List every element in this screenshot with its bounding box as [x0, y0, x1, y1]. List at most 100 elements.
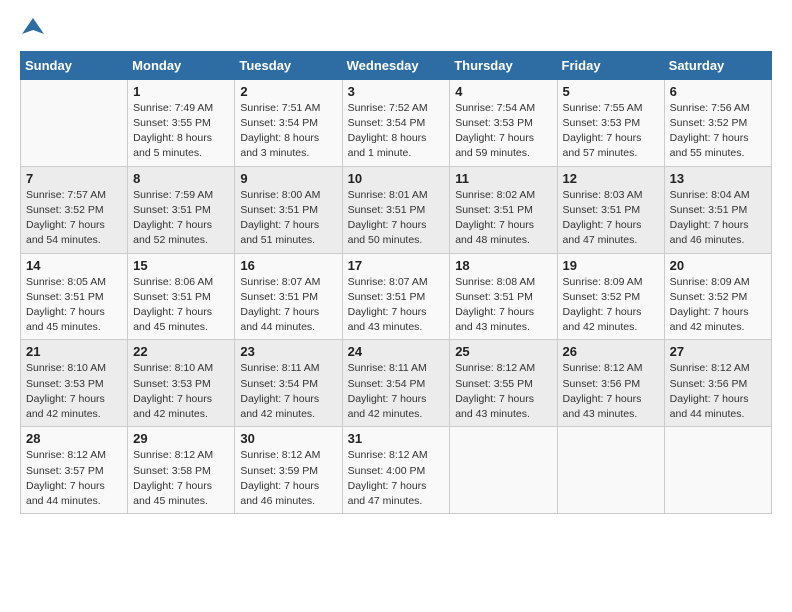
weekday-tuesday: Tuesday: [235, 51, 342, 79]
calendar-cell: 7 Sunrise: 7:57 AMSunset: 3:52 PMDaylight…: [21, 166, 128, 253]
calendar-cell: 9 Sunrise: 8:00 AMSunset: 3:51 PMDaylight…: [235, 166, 342, 253]
day-number: 1: [133, 84, 229, 99]
weekday-header-row: SundayMondayTuesdayWednesdayThursdayFrid…: [21, 51, 772, 79]
day-info: Sunrise: 8:08 AMSunset: 3:51 PMDaylight:…: [455, 275, 551, 336]
weekday-wednesday: Wednesday: [342, 51, 450, 79]
day-number: 17: [348, 258, 445, 273]
day-number: 23: [240, 344, 336, 359]
day-number: 11: [455, 171, 551, 186]
day-number: 5: [563, 84, 659, 99]
day-info: Sunrise: 8:12 AMSunset: 3:56 PMDaylight:…: [670, 361, 766, 422]
calendar-cell: [450, 427, 557, 514]
logo-triangle-icon: [22, 16, 44, 38]
weekday-thursday: Thursday: [450, 51, 557, 79]
day-info: Sunrise: 8:09 AMSunset: 3:52 PMDaylight:…: [563, 275, 659, 336]
calendar-header: SundayMondayTuesdayWednesdayThursdayFrid…: [21, 51, 772, 79]
day-number: 20: [670, 258, 766, 273]
calendar-cell: [557, 427, 664, 514]
day-info: Sunrise: 8:05 AMSunset: 3:51 PMDaylight:…: [26, 275, 122, 336]
calendar-cell: 22Sunrise: 8:10 AMSunset: 3:53 PMDayligh…: [128, 340, 235, 427]
day-number: 14: [26, 258, 122, 273]
day-number: 12: [563, 171, 659, 186]
day-number: 19: [563, 258, 659, 273]
calendar-cell: 12 Sunrise: 8:03 AMSunset: 3:51 PMDayligh…: [557, 166, 664, 253]
weekday-saturday: Saturday: [664, 51, 771, 79]
calendar-cell: 31 Sunrise: 8:12 AMSunset: 4:00 PMDayligh…: [342, 427, 450, 514]
day-info: Sunrise: 8:11 AMSunset: 3:54 PMDaylight:…: [240, 361, 336, 422]
day-number: 26: [563, 344, 659, 359]
calendar-body: 1Sunrise: 7:49 AMSunset: 3:55 PMDaylight…: [21, 79, 772, 513]
calendar-week-row: 14 Sunrise: 8:05 AMSunset: 3:51 PMDayligh…: [21, 253, 772, 340]
day-number: 4: [455, 84, 551, 99]
day-info: Sunrise: 8:11 AMSunset: 3:54 PMDaylight:…: [348, 361, 445, 422]
calendar-cell: 10Sunrise: 8:01 AMSunset: 3:51 PMDayligh…: [342, 166, 450, 253]
calendar-cell: 16 Sunrise: 8:07 AMSunset: 3:51 PMDayligh…: [235, 253, 342, 340]
day-number: 16: [240, 258, 336, 273]
calendar-cell: 6 Sunrise: 7:56 AMSunset: 3:52 PMDaylight…: [664, 79, 771, 166]
day-info: Sunrise: 7:51 AMSunset: 3:54 PMDaylight:…: [240, 101, 336, 162]
day-info: Sunrise: 7:56 AMSunset: 3:52 PMDaylight:…: [670, 101, 766, 162]
calendar-cell: [21, 79, 128, 166]
day-number: 24: [348, 344, 445, 359]
calendar-cell: 4 Sunrise: 7:54 AMSunset: 3:53 PMDaylight…: [450, 79, 557, 166]
calendar-cell: 25 Sunrise: 8:12 AMSunset: 3:55 PMDayligh…: [450, 340, 557, 427]
weekday-monday: Monday: [128, 51, 235, 79]
day-number: 31: [348, 431, 445, 446]
day-info: Sunrise: 8:03 AMSunset: 3:51 PMDaylight:…: [563, 188, 659, 249]
day-number: 15: [133, 258, 229, 273]
logo: [20, 16, 44, 43]
day-info: Sunrise: 7:59 AMSunset: 3:51 PMDaylight:…: [133, 188, 229, 249]
day-info: Sunrise: 8:02 AMSunset: 3:51 PMDaylight:…: [455, 188, 551, 249]
day-number: 13: [670, 171, 766, 186]
day-info: Sunrise: 7:54 AMSunset: 3:53 PMDaylight:…: [455, 101, 551, 162]
day-number: 22: [133, 344, 229, 359]
day-info: Sunrise: 8:07 AMSunset: 3:51 PMDaylight:…: [348, 275, 445, 336]
day-number: 18: [455, 258, 551, 273]
calendar-cell: 20Sunrise: 8:09 AMSunset: 3:52 PMDayligh…: [664, 253, 771, 340]
day-info: Sunrise: 7:52 AMSunset: 3:54 PMDaylight:…: [348, 101, 445, 162]
day-number: 8: [133, 171, 229, 186]
day-number: 6: [670, 84, 766, 99]
day-info: Sunrise: 8:07 AMSunset: 3:51 PMDaylight:…: [240, 275, 336, 336]
calendar-cell: 2 Sunrise: 7:51 AMSunset: 3:54 PMDaylight…: [235, 79, 342, 166]
day-info: Sunrise: 8:00 AMSunset: 3:51 PMDaylight:…: [240, 188, 336, 249]
day-number: 9: [240, 171, 336, 186]
day-number: 25: [455, 344, 551, 359]
calendar-cell: 11 Sunrise: 8:02 AMSunset: 3:51 PMDayligh…: [450, 166, 557, 253]
calendar-cell: 18 Sunrise: 8:08 AMSunset: 3:51 PMDayligh…: [450, 253, 557, 340]
day-info: Sunrise: 8:10 AMSunset: 3:53 PMDaylight:…: [26, 361, 122, 422]
calendar-cell: 26 Sunrise: 8:12 AMSunset: 3:56 PMDayligh…: [557, 340, 664, 427]
calendar-cell: 23 Sunrise: 8:11 AMSunset: 3:54 PMDayligh…: [235, 340, 342, 427]
day-info: Sunrise: 7:55 AMSunset: 3:53 PMDaylight:…: [563, 101, 659, 162]
calendar-cell: [664, 427, 771, 514]
day-info: Sunrise: 8:12 AMSunset: 4:00 PMDaylight:…: [348, 448, 445, 509]
calendar-cell: 14 Sunrise: 8:05 AMSunset: 3:51 PMDayligh…: [21, 253, 128, 340]
day-info: Sunrise: 8:12 AMSunset: 3:55 PMDaylight:…: [455, 361, 551, 422]
calendar-cell: 15Sunrise: 8:06 AMSunset: 3:51 PMDayligh…: [128, 253, 235, 340]
calendar-week-row: 7 Sunrise: 7:57 AMSunset: 3:52 PMDaylight…: [21, 166, 772, 253]
weekday-sunday: Sunday: [21, 51, 128, 79]
calendar-cell: 5 Sunrise: 7:55 AMSunset: 3:53 PMDaylight…: [557, 79, 664, 166]
day-number: 7: [26, 171, 122, 186]
calendar-cell: 28Sunrise: 8:12 AMSunset: 3:57 PMDayligh…: [21, 427, 128, 514]
weekday-friday: Friday: [557, 51, 664, 79]
day-number: 27: [670, 344, 766, 359]
header-top: [20, 16, 772, 43]
day-info: Sunrise: 8:04 AMSunset: 3:51 PMDaylight:…: [670, 188, 766, 249]
calendar-cell: 27 Sunrise: 8:12 AMSunset: 3:56 PMDayligh…: [664, 340, 771, 427]
day-number: 10: [348, 171, 445, 186]
calendar-cell: 8 Sunrise: 7:59 AMSunset: 3:51 PMDaylight…: [128, 166, 235, 253]
calendar-cell: 21Sunrise: 8:10 AMSunset: 3:53 PMDayligh…: [21, 340, 128, 427]
day-info: Sunrise: 8:12 AMSunset: 3:56 PMDaylight:…: [563, 361, 659, 422]
calendar-cell: 29 Sunrise: 8:12 AMSunset: 3:58 PMDayligh…: [128, 427, 235, 514]
day-number: 29: [133, 431, 229, 446]
day-info: Sunrise: 8:12 AMSunset: 3:59 PMDaylight:…: [240, 448, 336, 509]
calendar-week-row: 21Sunrise: 8:10 AMSunset: 3:53 PMDayligh…: [21, 340, 772, 427]
calendar-week-row: 1Sunrise: 7:49 AMSunset: 3:55 PMDaylight…: [21, 79, 772, 166]
day-number: 2: [240, 84, 336, 99]
day-info: Sunrise: 7:57 AMSunset: 3:52 PMDaylight:…: [26, 188, 122, 249]
calendar-cell: 13 Sunrise: 8:04 AMSunset: 3:51 PMDayligh…: [664, 166, 771, 253]
day-number: 3: [348, 84, 445, 99]
day-info: Sunrise: 8:12 AMSunset: 3:58 PMDaylight:…: [133, 448, 229, 509]
calendar-cell: 30Sunrise: 8:12 AMSunset: 3:59 PMDayligh…: [235, 427, 342, 514]
